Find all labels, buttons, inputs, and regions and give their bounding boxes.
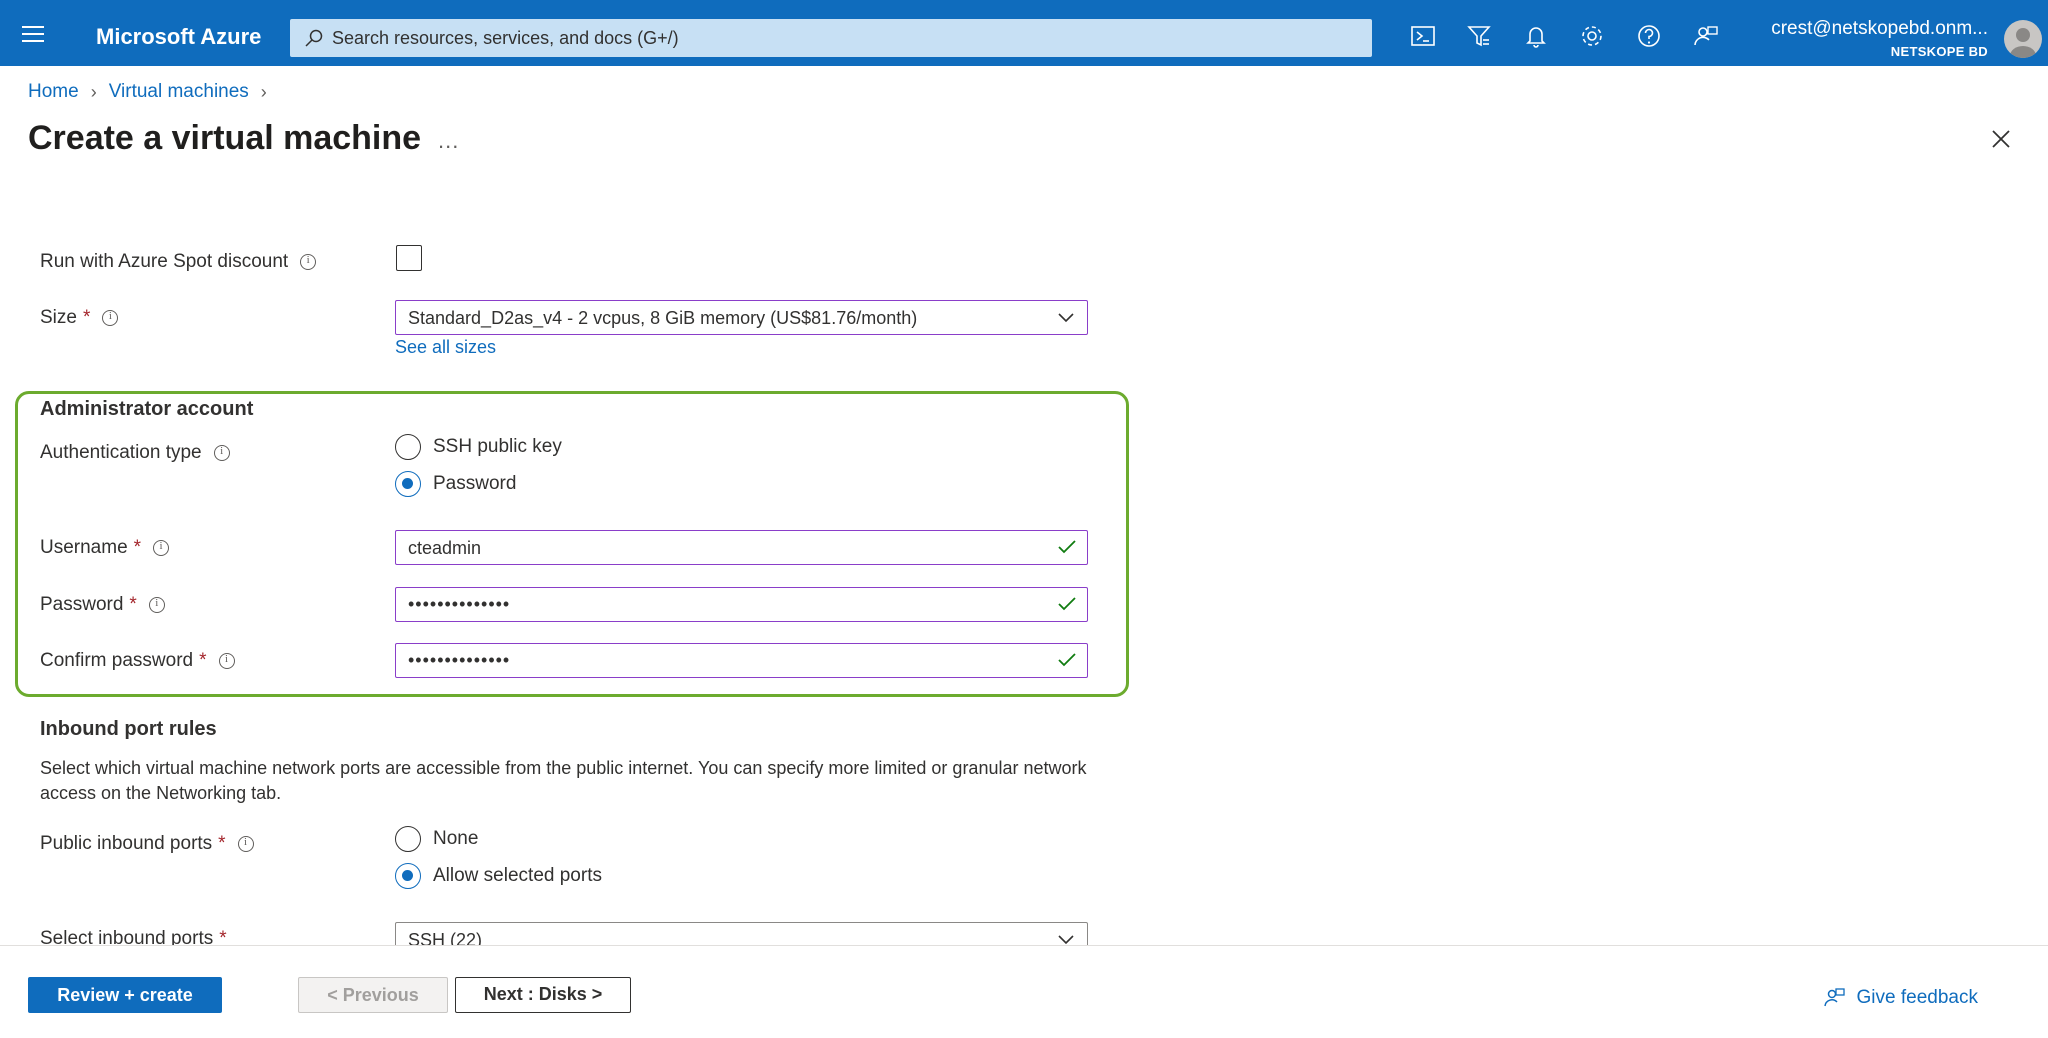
radio-ssh-public-key[interactable]: [395, 434, 421, 460]
required-marker: *: [82, 307, 91, 328]
admin-account-heading: Administrator account: [40, 398, 254, 420]
info-icon[interactable]: [148, 597, 165, 613]
brand-name[interactable]: Microsoft Azure: [96, 24, 261, 50]
info-icon[interactable]: [237, 836, 254, 852]
chevron-down-icon: [1058, 935, 1074, 945]
username-input[interactable]: cteadmin: [395, 530, 1088, 565]
page-title: Create a virtual machine: [28, 119, 422, 157]
public-option-allow[interactable]: Allow selected ports: [395, 863, 602, 889]
required-marker: *: [218, 833, 226, 854]
bottom-action-bar: Review + create < Previous Next : Disks …: [0, 945, 2048, 1038]
notifications-bell-icon[interactable]: [1522, 22, 1550, 50]
see-all-sizes-link[interactable]: See all sizes: [395, 337, 496, 358]
radio-none[interactable]: [395, 826, 421, 852]
username-label-text: Username: [40, 537, 128, 558]
help-icon[interactable]: [1635, 22, 1663, 50]
size-dropdown[interactable]: Standard_D2as_v4 - 2 vcpus, 8 GiB memory…: [395, 300, 1088, 335]
public-option-allow-label: Allow selected ports: [433, 865, 602, 886]
required-marker: *: [129, 594, 137, 615]
breadcrumb-virtual-machines[interactable]: Virtual machines: [109, 81, 249, 103]
give-feedback-label: Give feedback: [1856, 987, 1978, 1008]
feedback-person-icon[interactable]: [1692, 22, 1720, 50]
password-label-text: Password: [40, 594, 124, 615]
chevron-right-icon: ›: [90, 81, 97, 102]
confirm-password-label: Confirm password *: [40, 650, 235, 672]
spot-discount-text: Run with Azure Spot discount: [40, 251, 289, 272]
size-label: Size *: [40, 307, 119, 329]
top-bar: Microsoft Azure Search resources, servic…: [0, 0, 2048, 66]
next-disks-button[interactable]: Next : Disks >: [455, 977, 631, 1013]
settings-gear-icon[interactable]: [1578, 22, 1606, 50]
valid-check-icon: [1058, 653, 1076, 667]
required-marker: *: [199, 650, 207, 671]
password-input[interactable]: ••••••••••••••: [395, 587, 1088, 622]
password-value: ••••••••••••••: [408, 594, 511, 614]
info-icon[interactable]: [102, 310, 119, 326]
required-marker: *: [133, 537, 142, 558]
directory-filter-icon[interactable]: [1465, 22, 1493, 50]
valid-check-icon: [1058, 597, 1076, 611]
info-icon[interactable]: [153, 540, 170, 556]
auth-option-password-label: Password: [433, 473, 517, 494]
username-value: cteadmin: [408, 538, 482, 558]
confirm-password-input[interactable]: ••••••••••••••: [395, 643, 1088, 678]
info-icon[interactable]: [300, 254, 317, 270]
spot-discount-checkbox[interactable]: [396, 245, 422, 271]
size-label-text: Size: [40, 307, 77, 328]
user-email[interactable]: crest@netskopebd.onm...: [1771, 18, 1988, 40]
search-input[interactable]: Search resources, services, and docs (G+…: [290, 19, 1372, 57]
search-placeholder: Search resources, services, and docs (G+…: [332, 28, 679, 48]
user-tenant: NETSKOPE BD: [1890, 44, 1988, 59]
confirm-password-label-text: Confirm password: [40, 650, 194, 671]
public-inbound-label-text: Public inbound ports: [40, 833, 213, 854]
public-option-none-label: None: [433, 828, 479, 849]
auth-type-text: Authentication type: [40, 442, 202, 463]
menu-icon[interactable]: [22, 26, 44, 42]
auth-option-ssh-label: SSH public key: [433, 436, 562, 457]
auth-option-password[interactable]: Password: [395, 471, 516, 497]
chevron-down-icon: [1058, 313, 1074, 323]
auth-type-label: Authentication type: [40, 442, 230, 464]
avatar[interactable]: [2004, 20, 2042, 58]
review-create-button[interactable]: Review + create: [28, 977, 222, 1013]
info-icon[interactable]: [218, 653, 235, 669]
search-icon: [305, 29, 323, 47]
valid-check-icon: [1058, 540, 1076, 554]
confirm-password-value: ••••••••••••••: [408, 650, 511, 670]
give-feedback-link[interactable]: Give feedback: [1823, 986, 1978, 1010]
cloud-shell-icon[interactable]: [1409, 22, 1437, 50]
public-inbound-label: Public inbound ports *: [40, 833, 254, 855]
feedback-icon: [1823, 988, 1845, 1007]
radio-allow-selected-ports[interactable]: [395, 863, 421, 889]
info-icon[interactable]: [213, 445, 230, 461]
chevron-right-icon: ›: [260, 81, 267, 102]
spot-discount-label: Run with Azure Spot discount: [40, 251, 317, 273]
breadcrumb-home[interactable]: Home: [28, 81, 79, 103]
breadcrumb: Home › Virtual machines ›: [28, 81, 279, 103]
auth-option-ssh[interactable]: SSH public key: [395, 434, 562, 460]
radio-password[interactable]: [395, 471, 421, 497]
previous-button[interactable]: < Previous: [298, 977, 448, 1013]
username-label: Username *: [40, 537, 170, 559]
close-icon[interactable]: [1990, 128, 2012, 150]
size-value: Standard_D2as_v4 - 2 vcpus, 8 GiB memory…: [408, 308, 918, 328]
public-option-none[interactable]: None: [395, 826, 478, 852]
inbound-port-rules-heading: Inbound port rules: [40, 718, 217, 740]
user-avatar-icon: [2010, 28, 2036, 58]
more-options-icon[interactable]: ...: [438, 128, 459, 154]
inbound-description: Select which virtual machine network por…: [40, 758, 1087, 803]
password-label: Password *: [40, 594, 165, 616]
